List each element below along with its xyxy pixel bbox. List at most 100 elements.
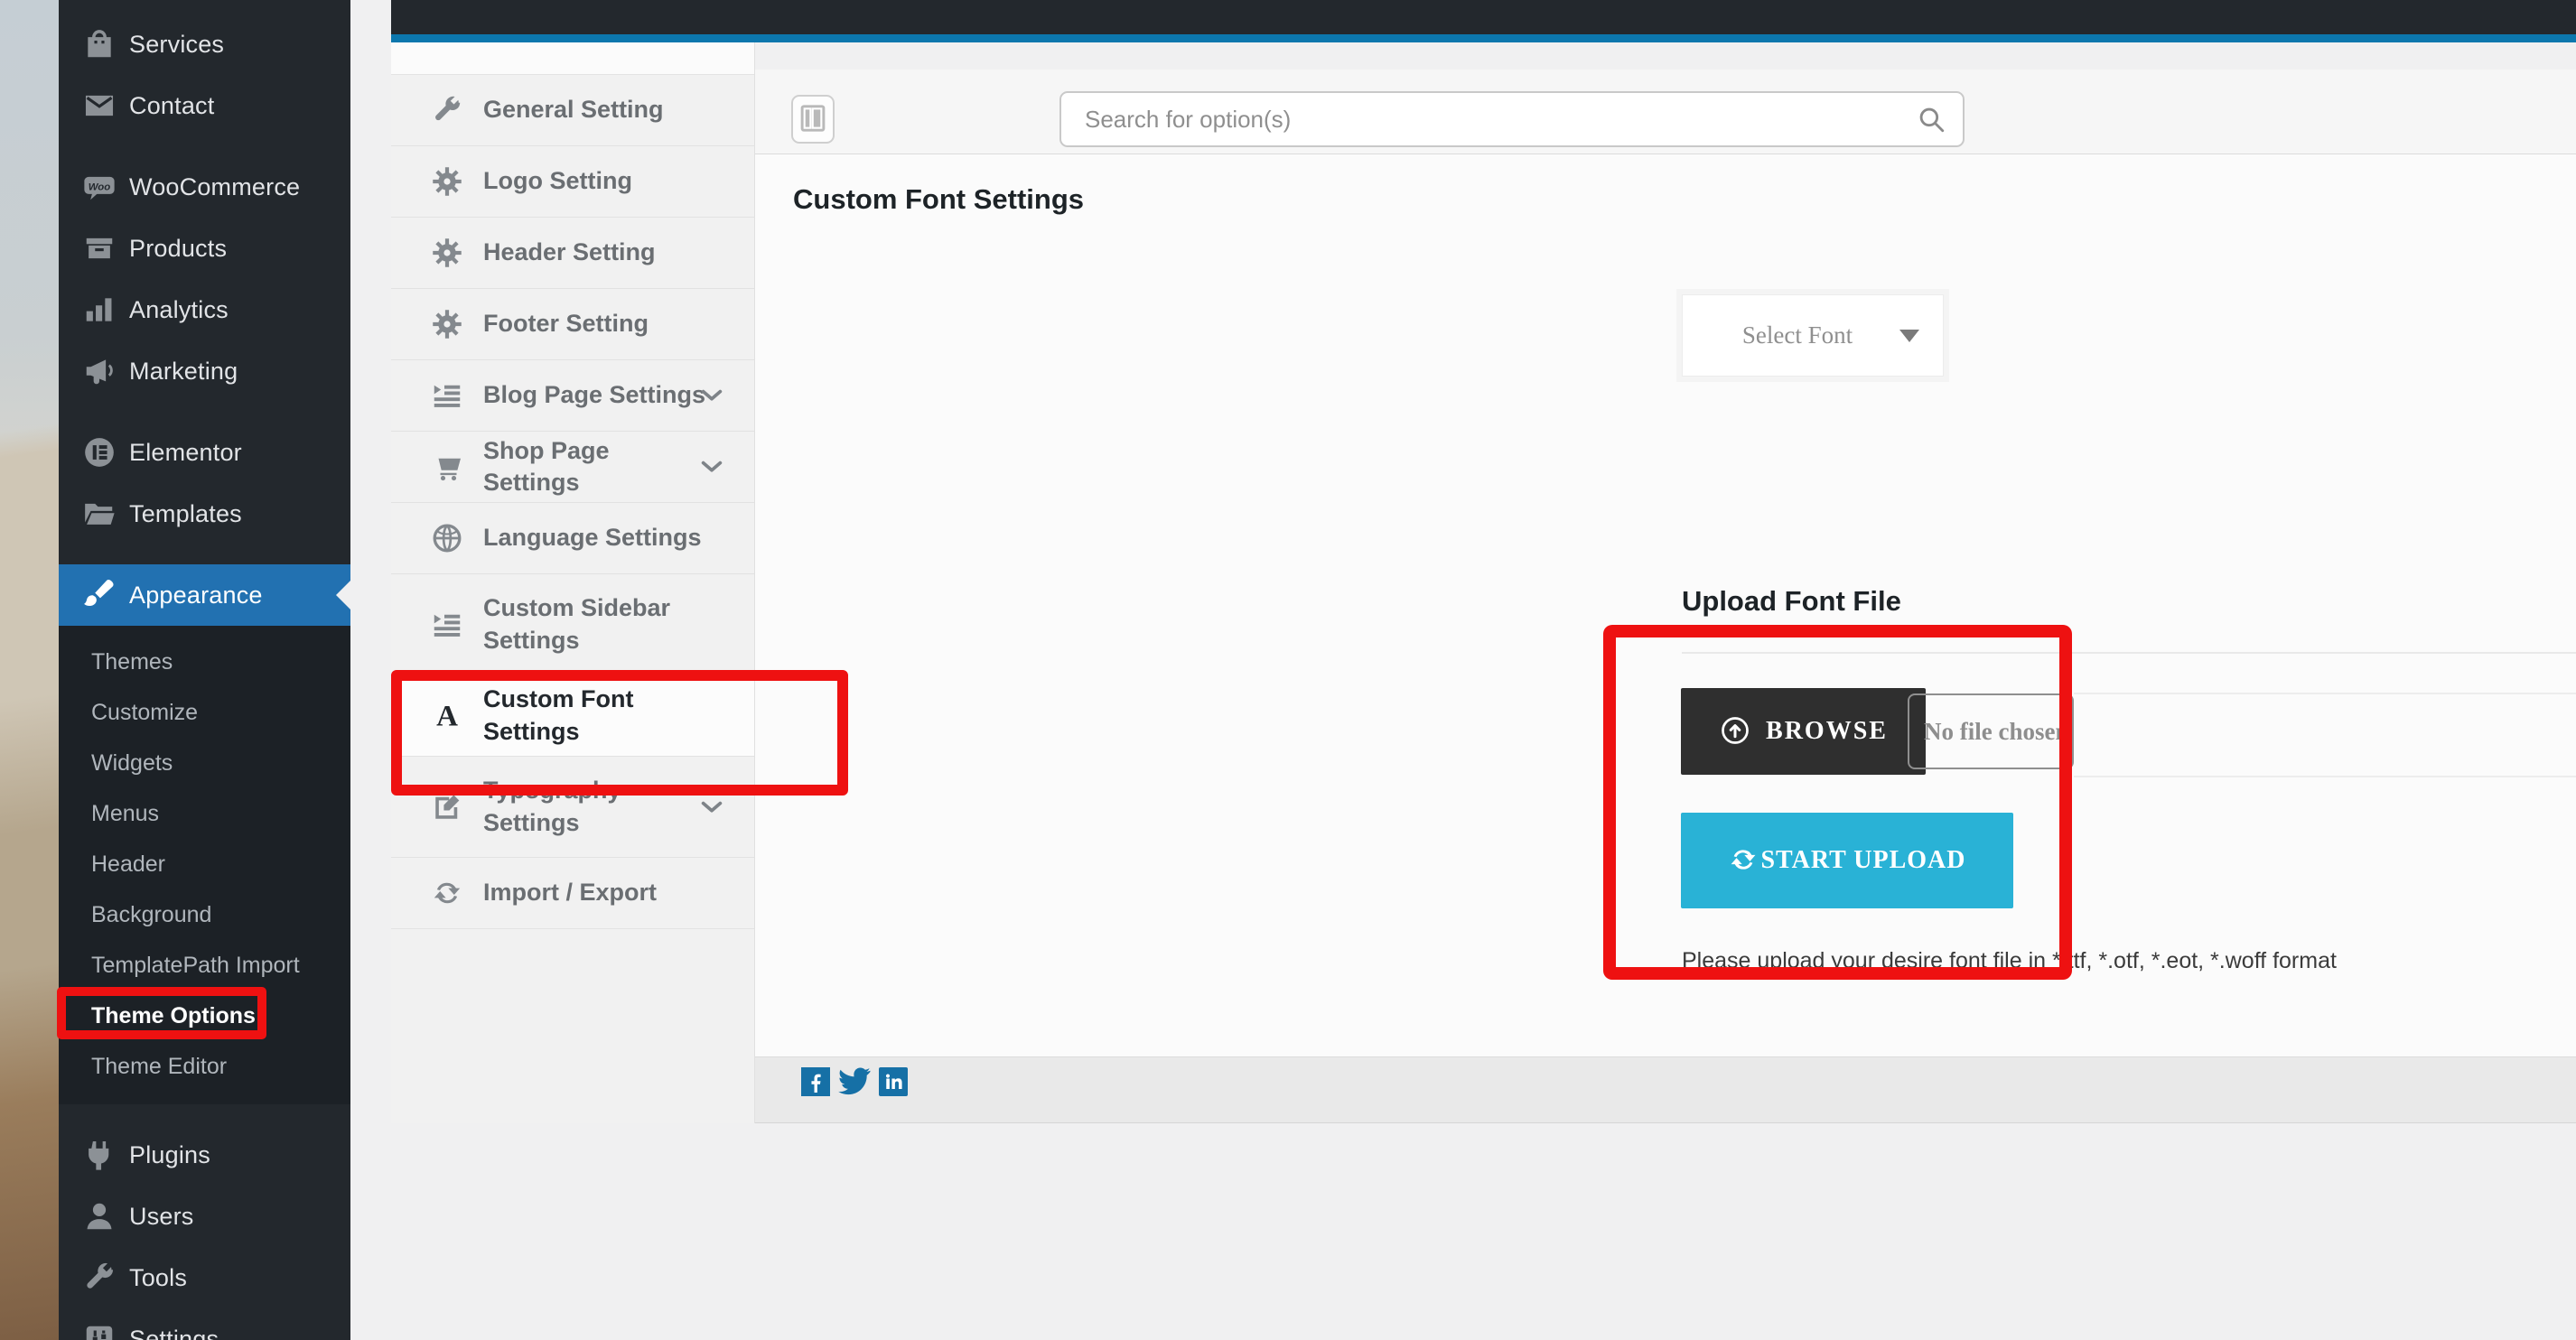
list-indent-icon xyxy=(431,609,463,641)
admin-topbar xyxy=(391,0,2576,34)
select-font-dropdown[interactable]: Select Font xyxy=(1682,294,1944,377)
menu-item-footer-setting[interactable]: Footer Setting xyxy=(391,289,754,360)
chevron-down-icon xyxy=(698,382,725,409)
sidebar-item-tools[interactable]: Tools xyxy=(59,1247,350,1308)
menu-item-label: Blog Page Settings xyxy=(483,379,711,411)
sidebar-item-settings[interactable]: Settings xyxy=(59,1308,350,1340)
sidebar-item-label: Services xyxy=(129,31,224,59)
gear-icon xyxy=(431,308,463,340)
sidebar-subitem-label: Theme Editor xyxy=(91,1054,227,1080)
wrench-icon xyxy=(431,94,463,126)
screenshot-root: Services Contact Woo WooCommerce Products Ana… xyxy=(0,0,2576,1340)
facebook-icon[interactable] xyxy=(801,1067,830,1096)
sidebar-item-label: Settings xyxy=(129,1326,219,1340)
menu-item-label: Language Settings xyxy=(483,522,711,554)
folder-icon xyxy=(82,497,117,531)
sidebar-item-label: WooCommerce xyxy=(129,173,300,201)
sidebar-subitem-label: Widgets xyxy=(91,750,173,777)
panel-layout-button[interactable] xyxy=(791,95,835,144)
sidebar-subitem-widgets[interactable]: Widgets xyxy=(59,738,350,788)
menu-item-blog-page-settings[interactable]: Blog Page Settings xyxy=(391,360,754,432)
sidebar-item-templates[interactable]: Templates xyxy=(59,483,350,544)
page-title: Custom Font Settings xyxy=(793,183,1084,216)
megaphone-icon xyxy=(82,354,117,388)
panel-layout-icon xyxy=(798,102,827,137)
menu-item-label: Import / Export xyxy=(483,877,711,908)
sync-icon xyxy=(431,877,463,909)
search-input[interactable] xyxy=(1059,91,1965,147)
user-icon xyxy=(82,1199,117,1233)
sidebar-item-plugins[interactable]: Plugins xyxy=(59,1124,350,1186)
cart-icon xyxy=(431,451,463,483)
sidebar-section: Woo WooCommerce Products Analytics Marketing xyxy=(59,156,350,402)
sidebar-item-appearance[interactable]: Appearance xyxy=(59,564,350,626)
chevron-down-icon xyxy=(1899,330,1919,342)
options-toolbar xyxy=(755,42,2576,154)
upload-font-file-heading: Upload Font File xyxy=(1682,585,1901,618)
chevron-down-icon xyxy=(698,453,725,480)
active-item-arrow xyxy=(336,581,350,610)
sidebar-subitem-menus[interactable]: Menus xyxy=(59,788,350,839)
search-box xyxy=(1059,91,1965,147)
sidebar-item-label: Templates xyxy=(129,500,242,528)
menu-item-general-setting[interactable]: General Setting xyxy=(391,75,754,146)
svg-text:Woo: Woo xyxy=(89,181,111,192)
bag-icon xyxy=(82,27,117,61)
globe-icon xyxy=(431,522,463,554)
menu-item-custom-sidebar-settings[interactable]: Custom Sidebar Settings xyxy=(391,574,754,675)
sidebar-item-analytics[interactable]: Analytics xyxy=(59,279,350,340)
menu-item-label: Custom Sidebar Settings xyxy=(483,592,711,656)
menu-item-import-export[interactable]: Import / Export xyxy=(391,858,754,929)
background-photo xyxy=(0,0,59,1340)
sidebar-subitem-theme-editor[interactable]: Theme Editor xyxy=(59,1041,350,1092)
menu-item-header-setting[interactable]: Header Setting xyxy=(391,218,754,289)
sidebar-item-label: Products xyxy=(129,235,227,263)
annotation-box-theme-options xyxy=(57,987,266,1039)
sidebar-subitem-label: TemplatePath Import xyxy=(91,953,300,979)
menu-item-label: Logo Setting xyxy=(483,165,711,197)
sidebar-item-label: Plugins xyxy=(129,1141,210,1169)
sidebar-subitem-templatepath-import[interactable]: TemplatePath Import xyxy=(59,940,350,991)
chevron-down-icon xyxy=(698,794,725,821)
annotation-box-upload xyxy=(1603,625,2072,980)
sidebar-item-woocommerce[interactable]: Woo WooCommerce xyxy=(59,156,350,218)
sliders-icon xyxy=(82,1322,117,1340)
menu-item-language-settings[interactable]: Language Settings xyxy=(391,503,754,574)
menu-item-shop-page-settings[interactable]: Shop Page Settings xyxy=(391,432,754,503)
gear-icon xyxy=(431,237,463,269)
twitter-icon[interactable] xyxy=(837,1067,872,1096)
sidebar-item-services[interactable]: Services xyxy=(59,14,350,75)
sidebar-section: Plugins Users Tools Settings xyxy=(59,1124,350,1340)
gear-icon xyxy=(431,165,463,198)
wp-admin-sidebar: Services Contact Woo WooCommerce Products Ana… xyxy=(59,0,350,1340)
sidebar-subitem-background[interactable]: Background xyxy=(59,889,350,940)
sidebar-item-marketing[interactable]: Marketing xyxy=(59,340,350,402)
sidebar-item-elementor[interactable]: Elementor xyxy=(59,422,350,483)
theme-options-menu: General Setting Logo Setting Header Settin… xyxy=(391,42,755,1123)
topbar-accent-line xyxy=(391,34,2576,42)
sidebar-item-label: Tools xyxy=(129,1264,187,1292)
bar-chart-icon xyxy=(82,293,117,327)
archive-box-icon xyxy=(82,231,117,265)
menu-item-label: Footer Setting xyxy=(483,308,711,340)
linkedin-icon[interactable] xyxy=(879,1067,908,1096)
sidebar-subitem-customize[interactable]: Customize xyxy=(59,687,350,738)
sidebar-item-label: Contact xyxy=(129,92,214,120)
sidebar-subitem-header[interactable]: Header xyxy=(59,839,350,889)
sidebar-subitem-label: Header xyxy=(91,851,165,878)
envelope-icon xyxy=(82,88,117,123)
sidebar-subitem-themes[interactable]: Themes xyxy=(59,637,350,687)
menu-header-strip xyxy=(391,42,754,75)
content-footer xyxy=(755,1056,2576,1123)
sidebar-item-products[interactable]: Products xyxy=(59,218,350,279)
sidebar-item-users[interactable]: Users xyxy=(59,1186,350,1247)
sidebar-item-label: Marketing xyxy=(129,358,238,386)
menu-item-label: Header Setting xyxy=(483,237,711,268)
menu-item-label: General Setting xyxy=(483,94,711,126)
sidebar-subitem-label: Menus xyxy=(91,801,159,827)
sidebar-item-contact[interactable]: Contact xyxy=(59,75,350,136)
elementor-icon xyxy=(82,435,117,470)
menu-item-logo-setting[interactable]: Logo Setting xyxy=(391,146,754,218)
sidebar-section: Elementor Templates xyxy=(59,422,350,544)
tools-wrench-icon xyxy=(82,1261,117,1295)
